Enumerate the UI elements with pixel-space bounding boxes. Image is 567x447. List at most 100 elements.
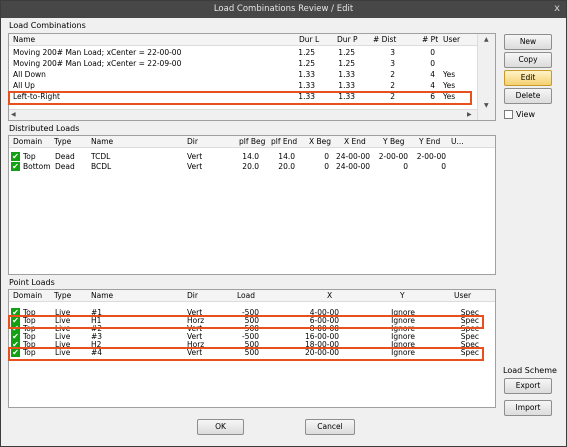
lc-dur-l-cell: 1.25 <box>298 59 315 68</box>
dl-col-user[interactable]: U... <box>451 137 464 146</box>
checkmark-icon: ✔ <box>11 162 20 171</box>
scroll-down-icon[interactable]: ▼ <box>484 102 489 109</box>
dl-col-x-beg[interactable]: X Beg <box>309 137 331 146</box>
lc-dist-cell: 3 <box>390 59 395 68</box>
lc-name-cell: All Down <box>13 70 46 79</box>
point-loads-label: Point Loads <box>9 278 55 287</box>
lc-user-cell: Yes <box>443 81 456 90</box>
dl-type-cell: Dead <box>55 162 75 171</box>
dl-col-dir[interactable]: Dir <box>187 137 198 146</box>
highlight-h1 <box>8 315 484 329</box>
edit-button[interactable]: Edit <box>504 70 552 86</box>
load-scheme-label: Load Scheme <box>503 366 557 375</box>
title-bar: Load Combinations Review / Edit x <box>1 1 566 18</box>
dl-col-domain[interactable]: Domain <box>13 137 42 146</box>
dl-name-cell: TCDL <box>91 152 111 161</box>
dl-x-beg-cell: 0 <box>324 152 329 161</box>
lc-col-dur-l[interactable]: Dur L <box>299 35 319 44</box>
ok-button[interactable]: OK <box>197 419 244 435</box>
dl-col-y-end[interactable]: Y End <box>419 137 440 146</box>
lc-dur-p-cell: 1.33 <box>338 70 355 79</box>
lc-pt-cell: 4 <box>430 81 435 90</box>
pl-col-domain[interactable]: Domain <box>13 291 42 300</box>
highlight-left-to-right <box>8 91 472 105</box>
lc-name-cell: Moving 200# Man Load; xCenter = 22-09-00 <box>13 59 182 68</box>
load-combinations-table: Name Dur L Dur P # Dist # Pt User Moving… <box>8 33 496 121</box>
dl-x-end-cell: 24-00-00 <box>335 162 370 171</box>
dl-col-type[interactable]: Type <box>54 137 71 146</box>
dl-y-beg-cell: 0 <box>403 162 408 171</box>
scroll-up-icon[interactable]: ▲ <box>484 36 489 43</box>
dl-name-cell: BCDL <box>91 162 112 171</box>
dl-header: Domain Type Name Dir plf Beg plf End X B… <box>9 136 495 148</box>
checkmark-icon: ✔ <box>11 152 20 161</box>
dl-domain-cell: Top <box>23 152 36 161</box>
dl-col-name[interactable]: Name <box>91 137 113 146</box>
dl-y-end-cell: 2-00-00 <box>416 152 446 161</box>
lc-dist-cell: 3 <box>390 48 395 57</box>
lc-pt-cell: 0 <box>430 48 435 57</box>
view-checkbox[interactable] <box>504 110 513 119</box>
dl-y-beg-cell: 2-00-00 <box>378 152 408 161</box>
lc-col-dur-p[interactable]: Dur P <box>337 35 358 44</box>
dl-plf-end-cell: 14.0 <box>278 152 295 161</box>
pl-col-name[interactable]: Name <box>91 291 113 300</box>
distributed-loads-table: Domain Type Name Dir plf Beg plf End X B… <box>8 135 496 275</box>
dl-y-end-cell: 0 <box>441 162 446 171</box>
load-combinations-label: Load Combinations <box>9 21 86 30</box>
dl-plf-end-cell: 20.0 <box>278 162 295 171</box>
lc-pt-cell: 0 <box>430 59 435 68</box>
pl-col-user[interactable]: User <box>454 291 471 300</box>
dl-plf-beg-cell: 20.0 <box>242 162 259 171</box>
pl-header: Domain Type Name Dir Load X Y User <box>9 290 495 302</box>
lc-horizontal-scrollbar[interactable]: ◀ ▶ <box>9 109 477 120</box>
close-icon[interactable]: x <box>554 3 560 14</box>
dl-col-x-end[interactable]: X End <box>344 137 366 146</box>
lc-name-cell: All Up <box>13 81 35 90</box>
lc-dur-l-cell: 1.33 <box>298 70 315 79</box>
pl-col-x[interactable]: X <box>327 291 332 300</box>
dl-x-end-cell: 24-00-00 <box>335 152 370 161</box>
highlight-h2 <box>8 347 484 361</box>
new-button[interactable]: New <box>504 34 552 50</box>
pl-col-y[interactable]: Y <box>400 291 405 300</box>
table-row[interactable]: All Down 1.33 1.33 2 4 Yes <box>9 70 477 79</box>
lc-dur-p-cell: 1.33 <box>338 81 355 90</box>
export-button[interactable]: Export <box>504 378 552 394</box>
view-label: View <box>516 110 535 119</box>
table-row[interactable]: All Up 1.33 1.33 2 4 Yes <box>9 81 477 90</box>
distributed-loads-label: Distributed Loads <box>9 124 80 133</box>
lc-col-pt[interactable]: # Pt <box>422 35 438 44</box>
window-title: Load Combinations Review / Edit <box>213 4 354 14</box>
dialog-window: Load Combinations Review / Edit x Load C… <box>0 0 567 447</box>
cancel-button[interactable]: Cancel <box>305 419 355 435</box>
pl-col-type[interactable]: Type <box>54 291 71 300</box>
pl-col-load[interactable]: Load <box>237 291 255 300</box>
table-row[interactable]: ✔ Bottom Dead BCDL Vert 20.0 20.0 0 24-00-00 0 0 <box>9 162 495 171</box>
scroll-right-icon[interactable]: ▶ <box>467 111 472 118</box>
lc-col-user[interactable]: User <box>443 35 460 44</box>
dl-type-cell: Dead <box>55 152 75 161</box>
table-row[interactable]: Moving 200# Man Load; xCenter = 22-00-00… <box>9 48 477 57</box>
lc-dist-cell: 2 <box>390 70 395 79</box>
lc-col-name[interactable]: Name <box>13 35 35 44</box>
lc-dur-p-cell: 1.25 <box>338 48 355 57</box>
lc-dist-cell: 2 <box>390 81 395 90</box>
dl-domain-cell: Bottom <box>23 162 51 171</box>
copy-button[interactable]: Copy <box>504 52 552 68</box>
lc-col-dist[interactable]: # Dist <box>373 35 396 44</box>
dl-dir-cell: Vert <box>187 152 203 161</box>
pl-col-dir[interactable]: Dir <box>187 291 198 300</box>
delete-button[interactable]: Delete <box>504 88 552 104</box>
table-row[interactable]: ✔ Top Dead TCDL Vert 14.0 14.0 0 24-00-00 2-00-00… <box>9 152 495 161</box>
import-button[interactable]: Import <box>504 400 552 416</box>
dl-col-plf-beg[interactable]: plf Beg <box>239 137 265 146</box>
table-row[interactable]: Moving 200# Man Load; xCenter = 22-09-00… <box>9 59 477 68</box>
lc-vertical-scrollbar[interactable]: ▲ ▼ <box>477 34 495 120</box>
lc-dur-l-cell: 1.25 <box>298 48 315 57</box>
dl-col-y-beg[interactable]: Y Beg <box>383 137 405 146</box>
lc-pt-cell: 4 <box>430 70 435 79</box>
dl-col-plf-end[interactable]: plf End <box>271 137 297 146</box>
lc-dur-p-cell: 1.25 <box>338 59 355 68</box>
scroll-left-icon[interactable]: ◀ <box>11 111 16 118</box>
